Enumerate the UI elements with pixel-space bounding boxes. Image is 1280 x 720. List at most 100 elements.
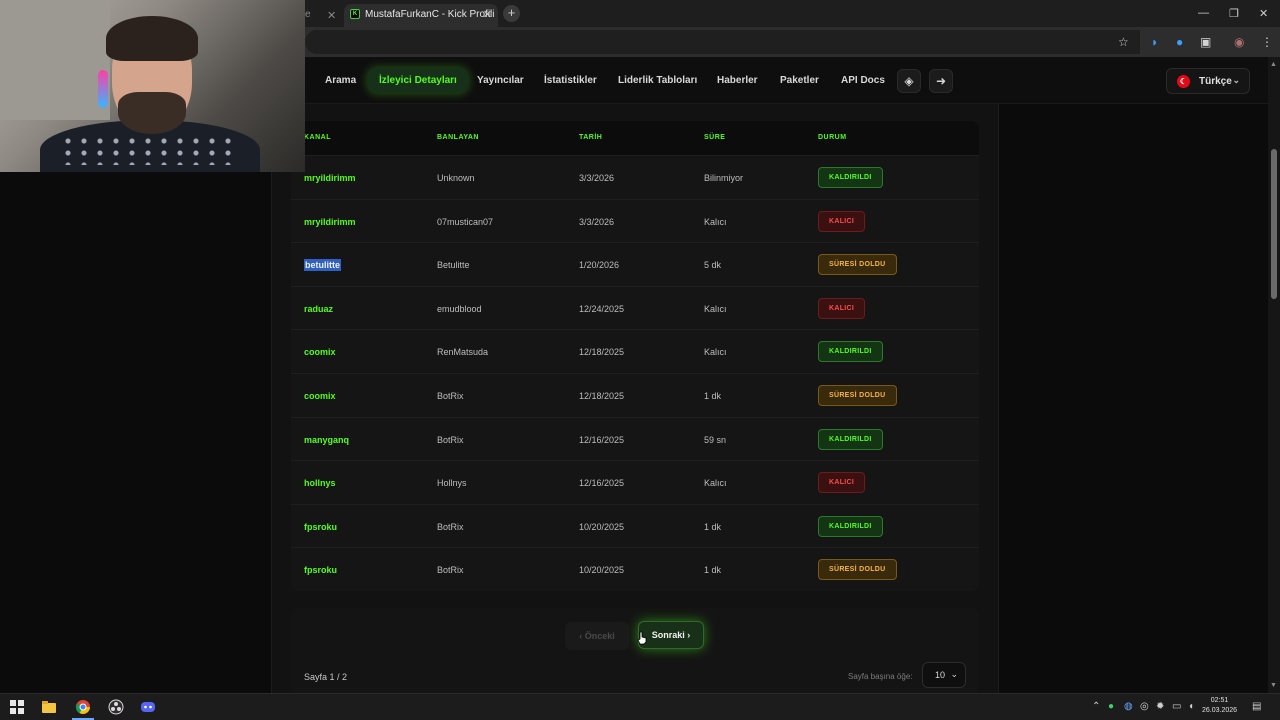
profile-avatar-icon[interactable]: ◉ [1234,35,1244,49]
volume-icon[interactable]: ◖ [1188,701,1194,712]
nav-haberler[interactable]: Haberler [717,75,758,86]
nav-liderlik-tablolari[interactable]: Liderlik Tabloları [618,75,697,86]
tarih-cell: 12/16/2025 [579,478,625,489]
per-page-select[interactable]: 10 ⌄ [922,662,966,688]
scroll-up-icon[interactable]: ▲ [1270,61,1277,68]
tray-settings-icon[interactable]: ✹ [1156,701,1164,712]
table-row: fpsroku BotRix 10/20/2025 1 dk SÜRESİ DOLDU [291,547,979,591]
close-icon[interactable]: ✕ [483,8,492,21]
sure-cell: 59 sn [704,434,727,445]
chevron-down-icon: ⌄ [1232,75,1240,85]
restore-icon[interactable]: ❐ [1229,7,1239,20]
status-badge: KALICI [818,472,866,494]
tarih-cell: 3/3/2026 [579,216,615,227]
header-tarih: TARİH [579,134,603,141]
kanal-link[interactable]: coomix [304,391,336,401]
banlayan-cell: BotRix [437,521,464,532]
banlayan-cell: RenMatsuda [437,347,489,358]
system-clock[interactable]: 02:51 26.03.2026 [1202,696,1237,716]
tray-app-icon[interactable]: ◎ [1140,701,1149,712]
tarih-cell: 12/18/2025 [579,391,625,401]
tray-chevron-icon[interactable]: ⌃ [1092,701,1100,712]
windows-start-icon[interactable] [9,699,25,715]
kanal-link[interactable]: fpsroku [304,565,337,575]
turkey-flag-icon: ☾ [1177,75,1190,88]
header-kanal: KANAL [304,134,331,141]
menu-dots-icon[interactable]: ⋮ [1261,35,1273,49]
scroll-down-icon[interactable]: ▼ [1270,682,1277,689]
table-row: raduaz emudblood 12/24/2025 Kalıcı KALICI [291,285,979,330]
page-scrollbar[interactable]: ▲ ▼ [1268,57,1280,693]
kanal-link[interactable]: mryildirimm [304,217,356,227]
kanal-link[interactable]: manyganq [304,435,349,445]
banlayan-cell: BotRix [437,391,464,401]
tarih-cell: 12/16/2025 [579,434,625,445]
obs-icon[interactable] [108,699,124,715]
tray-steam-icon[interactable]: ◍ [1124,701,1133,712]
close-window-icon[interactable]: ✕ [1259,7,1268,20]
language-selector[interactable]: ☾ Türkçe ⌄ [1166,68,1250,94]
nav-izleyici-detaylari[interactable]: İzleyici Detayları [368,68,468,93]
discord-icon[interactable]: ◈ [897,69,921,93]
kanal-link[interactable]: mryildirimm [304,173,356,183]
read-aloud-icon[interactable]: ◗ [1151,35,1158,49]
sure-cell: Bilinmiyor [704,173,744,183]
sure-cell: 1 dk [704,565,722,576]
table-row: mryildirimm Unknown 3/3/2026 Bilinmiyor KALD… [291,155,979,199]
tray-status-icon[interactable]: ● [1108,701,1114,712]
minimize-icon[interactable]: — [1198,7,1209,19]
network-icon[interactable]: ▭ [1172,701,1181,712]
nav-arama[interactable]: Arama [325,75,356,86]
sure-cell: 5 dk [704,260,722,271]
status-badge: KALDIRILDI [818,515,883,537]
table-row: coomix BotRix 12/18/2025 1 dk SÜRESİ DOLDU [291,373,979,417]
discord-taskbar-icon[interactable] [140,699,156,715]
kanal-link[interactable]: betulitte [304,259,341,272]
background-tab-title: e [305,9,311,20]
kanal-link[interactable]: coomix [304,347,336,357]
chevron-left-icon: ‹ [579,631,583,641]
language-label: Türkçe [1199,76,1232,87]
file-explorer-icon[interactable] [41,699,57,715]
active-tab[interactable]: K MustafaFurkanC - Kick Profili ✕ [344,4,498,27]
next-page-button[interactable]: Sonraki › [638,621,704,649]
kanal-link[interactable]: fpsroku [304,522,337,532]
extensions-puzzle-icon[interactable]: ▣ [1200,35,1211,49]
prev-page-button[interactable]: ‹ Önceki [565,622,629,650]
banlayan-cell: Betulitte [437,260,470,271]
table-row: betulitte Betulitte 1/20/2026 5 dk SÜRESİ DO… [291,242,979,286]
notifications-icon[interactable]: ▤ [1252,701,1261,712]
status-badge: KALICI [818,210,866,232]
close-icon[interactable]: ✕ [327,9,336,22]
sure-cell: Kalıcı [704,478,727,489]
page-indicator: Sayfa 1 / 2 [304,672,348,682]
background-tab[interactable]: e ✕ [305,6,341,27]
nav-api-docs[interactable]: API Docs [841,75,885,86]
new-tab-button[interactable]: + [503,5,520,22]
table-row: mryildirimm 07mustican07 3/3/2026 Kalıcı KAL… [291,198,979,243]
kanal-link[interactable]: hollnys [304,478,336,488]
kick-favicon-icon: K [350,9,360,19]
status-badge: SÜRESİ DOLDU [818,385,897,406]
webcam-hair [106,16,198,61]
per-page-value: 10 [935,670,946,680]
bookmark-star-icon[interactable]: ☆ [1118,35,1129,49]
kanal-link[interactable]: raduaz [304,304,333,314]
nav-yayincilar[interactable]: Yayıncılar [477,75,524,86]
sure-cell: 1 dk [704,521,722,532]
hand-cursor-icon [637,631,647,645]
active-tab-title: MustafaFurkanC - Kick Profili [365,9,495,20]
next-page-label: Sonraki [651,630,685,640]
tarih-cell: 12/24/2025 [579,303,625,314]
login-icon[interactable]: ➜ [929,69,953,93]
ban-table: KANAL BANLAYAN TARİH SÜRE DURUM mryildir… [291,121,979,591]
chevron-down-icon: ⌄ [950,669,958,679]
address-bar[interactable] [305,30,1140,54]
nav-paketler[interactable]: Paketler [780,75,819,86]
scroll-thumb[interactable] [1271,149,1277,299]
chrome-icon[interactable] [75,699,91,715]
extension-icon[interactable]: ● [1176,35,1183,49]
pagination: ‹ Önceki Sonraki › Sayfa 1 / 2 Sayfa baş… [291,608,979,693]
nav-istatistikler[interactable]: İstatistikler [544,75,597,86]
top-nav: Arama İzleyici Detayları Yayıncılar İsta… [305,57,1268,104]
